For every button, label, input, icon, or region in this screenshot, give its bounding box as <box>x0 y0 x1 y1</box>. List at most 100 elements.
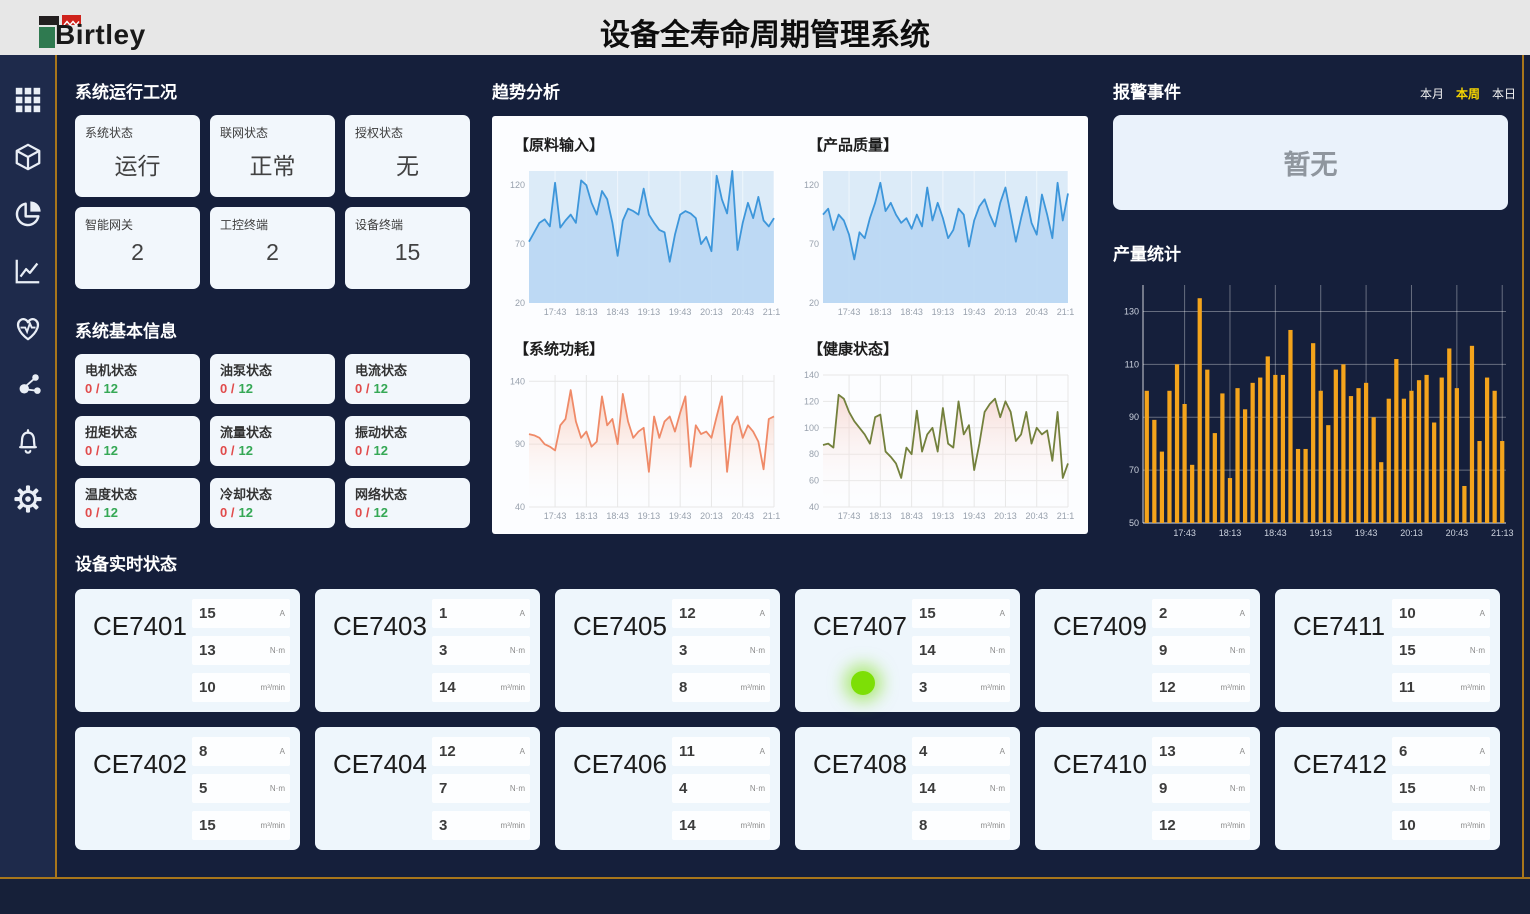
device-value: 3 <box>919 679 927 696</box>
svg-text:17:43: 17:43 <box>838 511 861 521</box>
device-unit: A <box>1240 747 1245 756</box>
device-values: 8 A 5 N·m 15 m³/min <box>192 737 290 840</box>
device-card[interactable]: CE7405 12 A 3 N·m 8 m³/min <box>555 589 780 712</box>
device-card[interactable]: CE7410 13 A 9 N·m 12 m³/min <box>1035 727 1260 850</box>
device-card[interactable]: CE7404 12 A 7 N·m 3 m³/min <box>315 727 540 850</box>
svg-text:20:43: 20:43 <box>1025 511 1048 521</box>
sidebar-item-apps[interactable] <box>11 83 45 117</box>
info-card: 电流状态 0 /12 <box>345 354 470 404</box>
device-name: CE7411 <box>1293 611 1385 642</box>
system-status-cards: 系统状态 运行 联网状态 正常 授权状态 无 智能网关 2 工控终端 2 设备终… <box>75 115 471 289</box>
device-name: CE7407 <box>813 611 907 642</box>
alarm-empty-text: 暂无 <box>1284 143 1338 182</box>
sidebar-item-trends[interactable] <box>11 254 45 288</box>
device-card[interactable]: CE7401 15 A 13 N·m 10 m³/min <box>75 589 300 712</box>
device-value: 13 <box>199 642 216 659</box>
info-card-total-count: 12 <box>373 443 387 458</box>
info-card: 流量状态 0 /12 <box>210 416 335 466</box>
device-card[interactable]: CE7409 2 A 9 N·m 12 m³/min <box>1035 589 1260 712</box>
device-values: 11 A 4 N·m 14 m³/min <box>672 737 770 840</box>
device-value: 3 <box>439 817 447 834</box>
device-value: 15 <box>1399 642 1416 659</box>
status-card: 设备终端 15 <box>345 207 470 289</box>
info-card-alarm-count: 0 / <box>85 443 99 458</box>
trend-chart-title: 【健康状态】 <box>808 338 1078 359</box>
device-unit: m³/min <box>981 821 1005 830</box>
alarm-tab-month[interactable]: 本月 <box>1420 85 1444 102</box>
sidebar-item-alarms[interactable] <box>11 425 45 459</box>
svg-text:70: 70 <box>809 239 819 249</box>
sidebar-item-network[interactable] <box>11 368 45 402</box>
svg-text:19:43: 19:43 <box>963 307 986 317</box>
info-card-total-count: 12 <box>103 381 117 396</box>
device-card[interactable]: CE7402 8 A 5 N·m 15 m³/min <box>75 727 300 850</box>
device-status-title: 设备实时状态 <box>75 550 1515 575</box>
device-unit: A <box>760 609 765 618</box>
device-value-row: 2 A <box>1152 599 1250 628</box>
app-header: Birtley 设备全寿命周期管理系统 <box>0 0 1530 55</box>
device-value: 14 <box>679 817 696 834</box>
info-card: 扭矩状态 0 /12 <box>75 416 200 466</box>
svg-text:21:13: 21:13 <box>1057 307 1074 317</box>
info-card-counts: 0 /12 <box>220 505 325 520</box>
status-card-value: 2 <box>220 239 325 266</box>
device-unit: m³/min <box>741 683 765 692</box>
device-card[interactable]: CE7412 6 A 15 N·m 10 m³/min <box>1275 727 1500 850</box>
device-unit: m³/min <box>501 821 525 830</box>
info-card-label: 冷却状态 <box>220 484 325 503</box>
device-unit: N·m <box>510 784 525 793</box>
device-card[interactable]: CE7403 1 A 3 N·m 14 m³/min <box>315 589 540 712</box>
status-card-value: 运行 <box>85 147 190 181</box>
device-name: CE7403 <box>333 611 427 642</box>
svg-text:20: 20 <box>515 298 525 308</box>
svg-text:70: 70 <box>515 239 525 249</box>
svg-text:21:13: 21:13 <box>1057 511 1074 521</box>
device-name: CE7405 <box>573 611 667 642</box>
device-value: 15 <box>199 605 216 622</box>
sidebar-item-assets[interactable] <box>11 140 45 174</box>
device-value: 7 <box>439 780 447 797</box>
svg-text:18:13: 18:13 <box>869 307 892 317</box>
svg-text:20: 20 <box>809 298 819 308</box>
status-card-value: 无 <box>355 147 460 181</box>
device-unit: m³/min <box>741 821 765 830</box>
svg-text:40: 40 <box>809 502 819 512</box>
device-values: 4 A 14 N·m 8 m³/min <box>912 737 1010 840</box>
alarm-events-title: 报警事件 <box>1113 78 1181 103</box>
status-card-label: 系统状态 <box>85 124 190 141</box>
svg-text:90: 90 <box>1129 412 1139 422</box>
sidebar-item-health[interactable] <box>11 311 45 345</box>
device-value: 11 <box>679 743 695 760</box>
device-value: 10 <box>1399 817 1416 834</box>
svg-text:17:43: 17:43 <box>544 307 567 317</box>
svg-text:70: 70 <box>1129 465 1139 475</box>
production-bar-chart: 13011090705017:4318:1318:4319:1319:4320:… <box>1113 273 1516 546</box>
device-values: 13 A 9 N·m 12 m³/min <box>1152 737 1250 840</box>
svg-text:20:13: 20:13 <box>700 307 723 317</box>
alarm-tab-week[interactable]: 本周 <box>1456 85 1480 102</box>
device-value-row: 3 N·m <box>432 636 530 665</box>
device-card[interactable]: CE7406 11 A 4 N·m 14 m³/min <box>555 727 780 850</box>
status-card: 联网状态 正常 <box>210 115 335 197</box>
alarm-tab-day[interactable]: 本日 <box>1492 85 1516 102</box>
device-value-row: 4 A <box>912 737 1010 766</box>
bell-icon <box>13 427 43 457</box>
trend-chart-plot: 17:4318:1318:4319:1319:4320:1320:4321:13… <box>502 161 784 324</box>
trend-chart: 【产品质量】 17:4318:1318:4319:1319:4320:1320:… <box>790 124 1084 328</box>
svg-text:130: 130 <box>1124 306 1139 316</box>
status-card: 系统状态 运行 <box>75 115 200 197</box>
device-card[interactable]: CE7408 4 A 14 N·m 8 m³/min <box>795 727 1020 850</box>
status-card: 授权状态 无 <box>345 115 470 197</box>
status-card-label: 工控终端 <box>220 216 325 233</box>
svg-text:20:43: 20:43 <box>731 511 754 521</box>
svg-text:20:13: 20:13 <box>700 511 723 521</box>
sidebar-item-statistics[interactable] <box>11 197 45 231</box>
device-unit: A <box>760 747 765 756</box>
device-card[interactable]: CE7411 10 A 15 N·m 11 m³/min <box>1275 589 1500 712</box>
device-unit: m³/min <box>261 683 285 692</box>
sidebar-item-settings[interactable] <box>11 482 45 516</box>
device-card[interactable]: CE7407 15 A 14 N·m 3 m³/min <box>795 589 1020 712</box>
device-value-row: 14 m³/min <box>432 673 530 702</box>
device-unit: N·m <box>990 784 1005 793</box>
device-value-row: 7 N·m <box>432 774 530 803</box>
